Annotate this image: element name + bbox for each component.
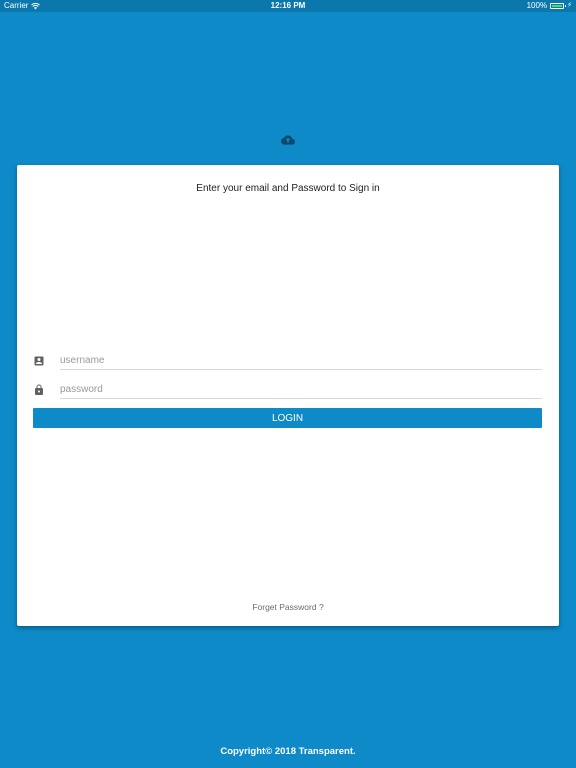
charging-icon: ⚡ — [567, 2, 572, 9]
login-title: Enter your email and Password to Sign in — [196, 183, 380, 194]
status-bar-time: 12:16 PM — [270, 1, 306, 10]
status-bar-right: 100% ⚡ — [527, 0, 572, 12]
forgot-password-link[interactable]: Forget Password ? — [17, 602, 559, 612]
lock-icon — [33, 383, 45, 395]
password-input[interactable] — [60, 380, 542, 399]
status-bar: Carrier 12:16 PM 100% ⚡ — [0, 0, 576, 12]
battery-percent: 100% — [526, 1, 548, 10]
username-input[interactable] — [60, 351, 542, 370]
login-screen: Carrier 12:16 PM 100% ⚡ Enter your email… — [0, 0, 576, 768]
password-field — [33, 380, 542, 400]
copyright-text: Copyright© 2018 Transparent. — [220, 746, 356, 757]
battery-icon — [550, 3, 567, 9]
account-box-icon — [33, 354, 45, 366]
username-field — [33, 351, 542, 371]
login-card: Enter your email and Password to Sign in… — [17, 165, 559, 626]
login-button[interactable]: LOGIN — [33, 408, 542, 428]
cloud-upload-icon — [281, 132, 295, 145]
